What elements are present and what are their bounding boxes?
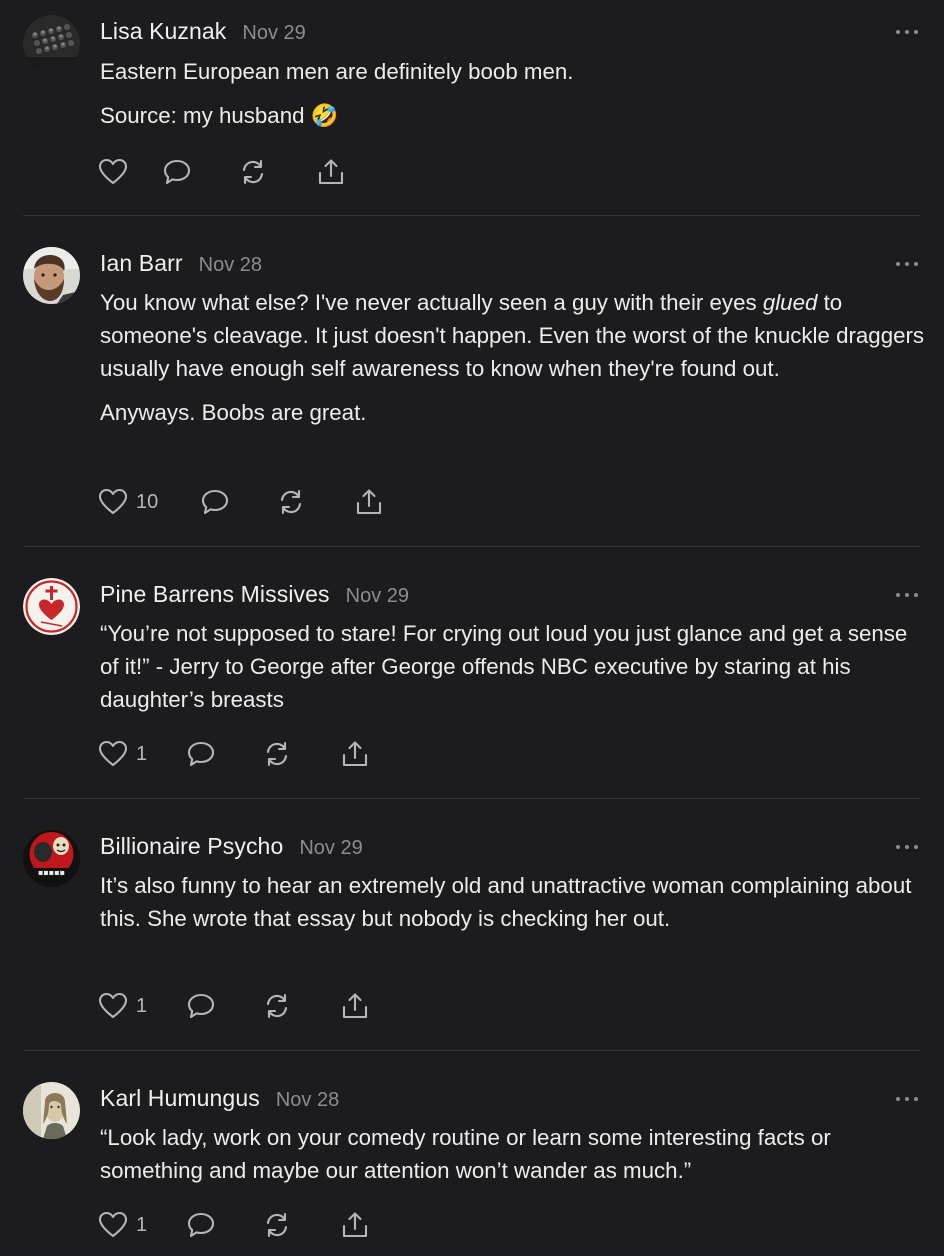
share-upload-icon [340,992,370,1020]
comment-paragraph: It’s also funny to hear an extremely old… [100,873,912,931]
restack-button[interactable] [262,989,340,1023]
like-count: 10 [136,490,159,513]
share-upload-icon [316,158,346,186]
heart-icon [98,1211,128,1239]
comment-date[interactable]: Nov 28 [199,254,262,277]
comment-actions: 10 [98,485,394,519]
comment-header: Karl Humungus Nov 28 [100,1085,339,1115]
author-name[interactable]: Billionaire Psycho [100,833,283,860]
comment-actions: 1 [98,1208,380,1242]
restack-button[interactable] [262,737,340,771]
svg-text:▪▪▪▪▪: ▪▪▪▪▪ [38,868,65,877]
like-button[interactable]: 10 [98,485,200,519]
comment-actions [98,155,356,189]
comment-paragraph: Anyways. Boobs are great. [100,400,367,425]
share-upload-icon [340,1211,370,1239]
share-upload-icon [354,488,384,516]
comment-divider [23,215,920,216]
comment-divider [23,798,920,799]
comment-body: “You’re not supposed to stare! For cryin… [100,617,930,727]
comment-divider [23,546,920,547]
paragraph-text: You know what else? I've never actually … [100,290,763,315]
comment-date[interactable]: Nov 29 [299,837,362,860]
restack-arrows-icon [262,992,292,1020]
comment-paragraph: “Look lady, work on your comedy routine … [100,1125,831,1183]
more-dots-icon[interactable] [894,28,920,36]
comment-header: Pine Barrens Missives Nov 29 [100,581,409,611]
reply-button[interactable] [186,737,262,771]
comment-actions: 1 [98,737,380,771]
like-count: 1 [136,742,148,765]
comment-date[interactable]: Nov 28 [276,1089,339,1112]
comment-paragraph: You know what else? I've never actually … [100,286,930,385]
sacred-heart-avatar[interactable] [23,578,80,635]
restack-button[interactable] [238,155,316,189]
restack-arrows-icon [238,158,268,186]
restack-button[interactable] [262,1208,340,1242]
heart-icon [98,992,128,1020]
share-button[interactable] [354,485,394,519]
reply-button[interactable] [186,1208,262,1242]
heart-icon [98,488,128,516]
reply-button[interactable] [162,155,238,189]
comment-header: Billionaire Psycho Nov 29 [100,833,363,863]
author-name[interactable]: Lisa Kuznak [100,18,226,45]
like-button[interactable] [98,155,162,189]
like-button[interactable]: 1 [98,737,186,771]
reply-button[interactable] [186,989,262,1023]
comment-paragraph: Source: my husband 🤣 [100,103,339,128]
speech-bubble-icon [186,1211,216,1239]
comment-header: Ian Barr Nov 28 [100,250,262,280]
like-button[interactable]: 1 [98,989,186,1023]
comment-body: You know what else? I've never actually … [100,286,930,440]
heart-icon [98,158,128,186]
emphasized-text: glued [762,290,818,315]
author-name[interactable]: Karl Humungus [100,1085,260,1112]
more-dots-icon[interactable] [894,260,920,268]
share-button[interactable] [316,155,356,189]
restack-button[interactable] [276,485,354,519]
restack-arrows-icon [262,1211,292,1239]
share-button[interactable] [340,737,380,771]
red-cartoon-avatar[interactable]: ▪▪▪▪▪ [23,830,80,887]
comment-divider [23,1050,920,1051]
restack-arrows-icon [262,740,292,768]
comment-actions: 1 [98,989,380,1023]
comment-header: Lisa Kuznak Nov 29 [100,18,306,48]
comment-body: Eastern European men are definitely boob… [100,55,930,143]
heart-icon [98,740,128,768]
comment-date[interactable]: Nov 29 [242,22,305,45]
share-upload-icon [340,740,370,768]
speech-bubble-icon [186,740,216,768]
share-button[interactable] [340,989,380,1023]
comment-paragraph: Eastern European men are definitely boob… [100,59,574,84]
like-count: 1 [136,994,148,1017]
comment-date[interactable]: Nov 29 [346,585,409,608]
more-dots-icon[interactable] [894,843,920,851]
speech-bubble-icon [162,158,192,186]
reply-button[interactable] [200,485,276,519]
like-count: 1 [136,1213,148,1236]
bearded-man-avatar[interactable] [23,247,80,304]
restack-arrows-icon [276,488,306,516]
more-dots-icon[interactable] [894,1095,920,1103]
speech-bubble-icon [186,992,216,1020]
like-button[interactable]: 1 [98,1208,186,1242]
typewriter-avatar[interactable] [23,15,80,72]
pale-portrait-avatar[interactable] [23,1082,80,1139]
more-dots-icon[interactable] [894,591,920,599]
comment-paragraph: “You’re not supposed to stare! For cryin… [100,621,908,712]
speech-bubble-icon [200,488,230,516]
author-name[interactable]: Ian Barr [100,250,183,277]
comment-body: “Look lady, work on your comedy routine … [100,1121,930,1198]
share-button[interactable] [340,1208,380,1242]
author-name[interactable]: Pine Barrens Missives [100,581,330,608]
comment-body: It’s also funny to hear an extremely old… [100,869,930,946]
